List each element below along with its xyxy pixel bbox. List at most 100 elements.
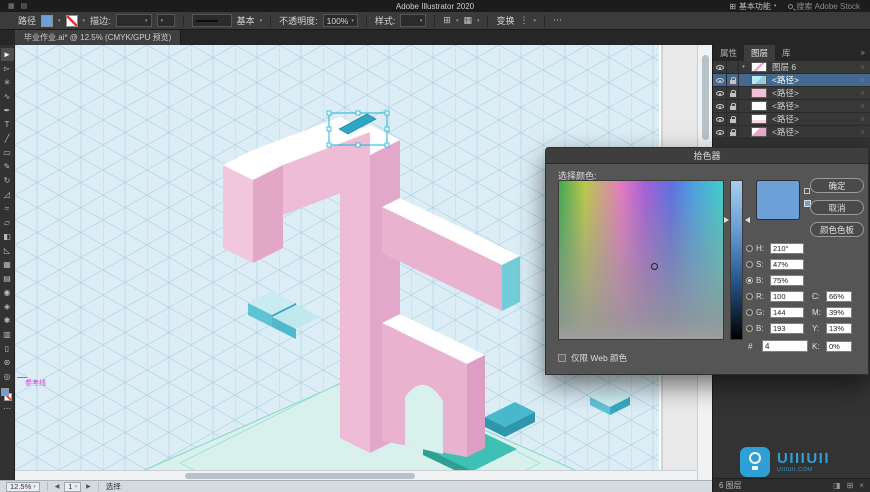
r-input[interactable]: 100 (770, 290, 804, 302)
radio-b2[interactable] (746, 324, 753, 332)
tab-layers[interactable]: 图层 (744, 45, 776, 61)
next-artboard-icon[interactable]: ▶ (86, 483, 91, 490)
symbol-sprayer-tool[interactable]: ✱ (1, 314, 14, 327)
web-cube-icon[interactable] (804, 188, 810, 194)
zoom-tool[interactable]: ◎ (1, 370, 14, 383)
selection-tool[interactable]: ► (0, 48, 14, 61)
target-icon[interactable]: ○ (855, 129, 870, 136)
target-icon[interactable]: ○ (855, 64, 870, 71)
color-field-marker[interactable] (651, 263, 658, 270)
visibility-toggle[interactable] (713, 112, 727, 126)
target-icon[interactable]: ○ (855, 116, 870, 123)
dialog-title-bar[interactable]: 拾色器 (546, 148, 868, 164)
y-input[interactable]: 13% (826, 322, 852, 334)
visibility-toggle[interactable] (713, 73, 727, 87)
vertical-scrollbar-thumb[interactable] (702, 55, 709, 140)
scale-tool[interactable]: ◿ (1, 188, 14, 201)
lock-toggle[interactable] (727, 73, 739, 87)
perspective-grid-tool[interactable]: ◺ (1, 244, 14, 257)
k-input[interactable]: 0% (826, 340, 852, 352)
lock-toggle[interactable] (727, 125, 739, 139)
line-segment-tool[interactable]: ╱ (1, 132, 14, 145)
g-input[interactable]: 144 (770, 306, 804, 318)
layer-row[interactable]: <路径> ○ (713, 112, 870, 126)
tab-properties[interactable]: 属性 (713, 45, 744, 61)
artboard-tool[interactable]: ▯ (1, 342, 14, 355)
chevron-down-icon[interactable]: ▾ (83, 18, 86, 24)
stroke-color-swatch[interactable] (65, 14, 78, 27)
layer-row[interactable]: <路径> ○ (713, 99, 870, 113)
stroke-weight-combo[interactable]: ▾ (115, 14, 152, 27)
app-grid-icon[interactable]: ▦ (8, 2, 15, 10)
b2-input[interactable]: 193 (770, 322, 804, 334)
eyedropper-tool[interactable]: ◉ (1, 286, 14, 299)
lock-toggle[interactable] (727, 99, 739, 113)
width-tool[interactable]: ≈ (1, 202, 14, 215)
c-input[interactable]: 66% (826, 290, 852, 302)
layer-row[interactable]: ▾ 图层 6 ○ (713, 60, 870, 74)
distribute-button[interactable]: ▦ (463, 15, 472, 26)
blend-tool[interactable]: ◈ (1, 300, 14, 313)
radio-r[interactable] (746, 292, 753, 300)
gradient-tool[interactable]: ▤ (1, 272, 14, 285)
layer-row[interactable]: <路径> ○ (713, 73, 870, 87)
align-button[interactable]: ⊞ (443, 15, 451, 26)
color-slider[interactable] (730, 180, 743, 340)
type-tool[interactable]: T (1, 118, 14, 131)
isolate-button[interactable]: ⋮ (520, 15, 529, 26)
zoom-combo[interactable]: 12.5% ▾ (6, 481, 40, 492)
color-field[interactable] (558, 180, 724, 340)
app-tile-icon[interactable]: ▤ (21, 2, 28, 10)
lock-toggle[interactable] (727, 112, 739, 126)
visibility-toggle[interactable] (713, 60, 727, 74)
chevron-down-icon[interactable]: ▾ (534, 18, 537, 24)
slider-arrow-left-icon[interactable] (724, 217, 729, 223)
visibility-toggle[interactable] (713, 86, 727, 100)
hex-input[interactable] (762, 340, 808, 352)
transform-label[interactable]: 变换 (496, 14, 514, 27)
chevron-down-icon[interactable]: ▾ (477, 18, 480, 24)
target-icon[interactable]: ○ (855, 90, 870, 97)
more-options-icon[interactable]: ⋯ (553, 15, 562, 26)
layer-row[interactable]: <路径> ○ (713, 86, 870, 100)
radio-h[interactable] (746, 244, 753, 252)
visibility-toggle[interactable] (713, 99, 727, 113)
visibility-toggle[interactable] (713, 125, 727, 139)
pen-tool[interactable]: ✒ (1, 104, 14, 117)
magic-wand-tool[interactable]: ✳ (1, 76, 14, 89)
pencil-tool[interactable]: ✎ (1, 160, 14, 173)
artboard-combo[interactable]: 1 ▾ (64, 481, 82, 492)
variable-width-combo[interactable]: ▾ (156, 14, 175, 27)
mesh-tool[interactable]: ▦ (1, 258, 14, 271)
target-icon[interactable]: ○ (855, 103, 870, 110)
more-tools-icon[interactable]: ⋯ (1, 402, 14, 415)
chevron-down-icon[interactable]: ▾ (58, 18, 61, 24)
cancel-button[interactable]: 取消 (810, 200, 864, 215)
lock-toggle[interactable] (727, 60, 739, 74)
lock-toggle[interactable] (727, 86, 739, 100)
horizontal-scrollbar-thumb[interactable] (185, 473, 415, 479)
fill-indicator[interactable] (1, 388, 9, 396)
chevron-down-icon[interactable]: ▾ (456, 18, 459, 24)
prev-artboard-icon[interactable]: ◀ (55, 483, 60, 490)
style-combo[interactable]: ▾ (400, 14, 427, 27)
fill-stroke-indicator[interactable] (1, 388, 13, 402)
direct-selection-tool[interactable]: ▻ (1, 62, 14, 75)
expand-triangle-icon[interactable]: ▾ (739, 64, 748, 70)
hand-tool[interactable]: ⊛ (1, 356, 14, 369)
web-only-checkbox[interactable] (558, 354, 566, 362)
radio-s[interactable] (746, 260, 753, 268)
tab-libraries[interactable]: 库 (775, 45, 798, 61)
stock-search[interactable]: 搜索 Adobe Stock (788, 1, 860, 12)
shape-builder-tool[interactable]: ◧ (1, 230, 14, 243)
collapse-dock-icon[interactable]: » (861, 45, 865, 61)
column-graph-tool[interactable]: ▥ (1, 328, 14, 341)
h-input[interactable]: 210° (770, 242, 804, 254)
lasso-tool[interactable]: ∿ (1, 90, 14, 103)
document-tab[interactable]: 毕业作业.ai* @ 12.5% (CMYK/GPU 预览) (15, 30, 182, 45)
s-input[interactable]: 47% (770, 258, 804, 270)
rectangle-tool[interactable]: ▭ (1, 146, 14, 159)
m-input[interactable]: 39% (826, 306, 852, 318)
fill-color-swatch[interactable] (41, 14, 54, 27)
slider-arrow-right-icon[interactable] (745, 217, 750, 223)
